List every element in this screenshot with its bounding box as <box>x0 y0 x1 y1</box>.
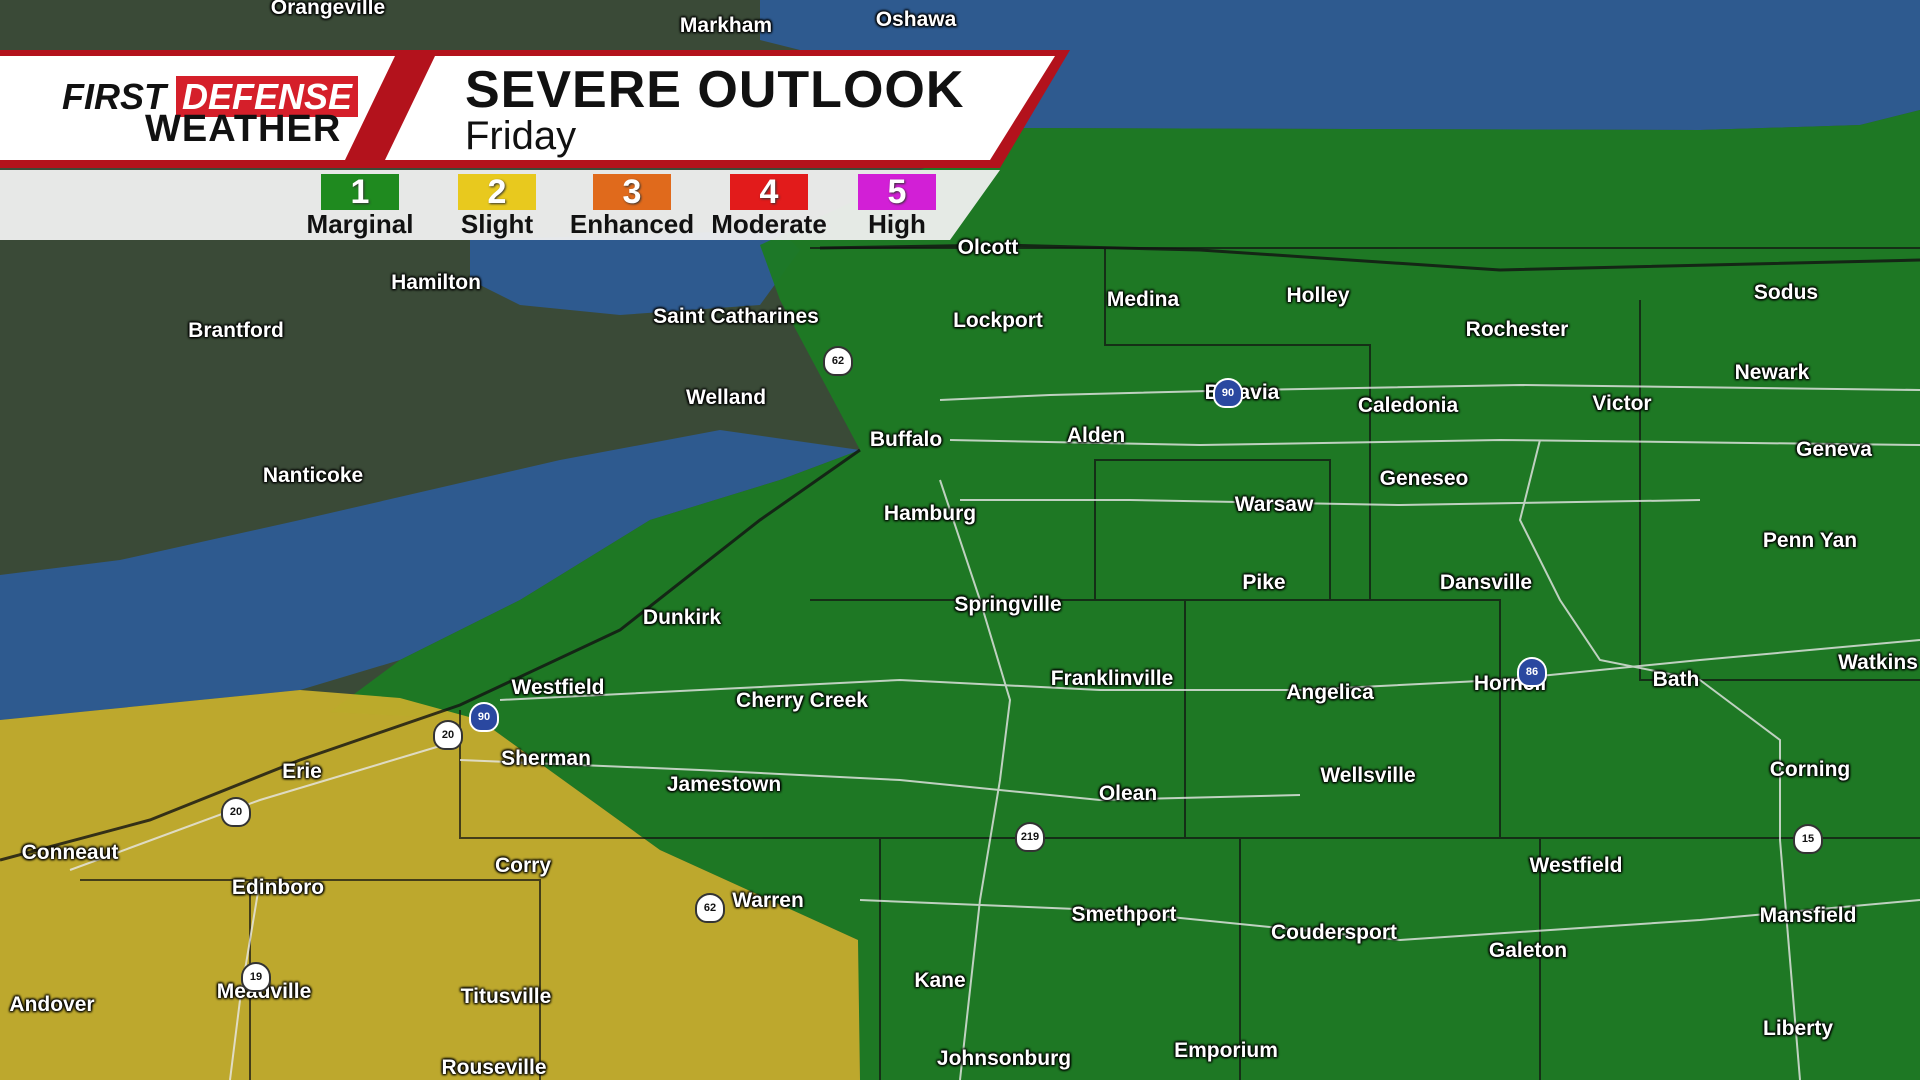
city-label: Dansville <box>1439 571 1533 594</box>
legend-number: 5 <box>858 173 936 211</box>
city-label: Welland <box>685 386 767 409</box>
city-label: Hamburg <box>883 502 977 525</box>
route-shield: 62 <box>695 893 725 923</box>
city-label: Warren <box>732 889 804 912</box>
legend-number: 3 <box>593 173 671 211</box>
city-label: Kane <box>914 969 966 992</box>
city-label: Caledonia <box>1357 394 1459 417</box>
page-title: SEVERE OUTLOOK <box>465 61 965 119</box>
city-label: Buffalo <box>869 428 943 451</box>
legend-label: Slight <box>460 209 534 239</box>
legend-item-high: 5 High <box>832 173 962 239</box>
legend-label: Marginal <box>306 209 414 239</box>
city-label: Conneaut <box>21 841 119 864</box>
city-label: Geneva <box>1796 438 1872 461</box>
city-label: Springville <box>954 593 1062 616</box>
legend-item-moderate: 4 Moderate <box>704 173 834 239</box>
city-label: Andover <box>9 993 95 1016</box>
route-shield: 219 <box>1015 822 1045 852</box>
city-label: Erie <box>282 760 322 783</box>
route-shield: 20 <box>221 797 251 827</box>
lake-ontario-west <box>470 230 800 315</box>
legend-item-slight: 2 Slight <box>432 173 562 239</box>
legend-item-marginal: 1 Marginal <box>295 173 425 239</box>
city-label: Markham <box>679 14 773 37</box>
city-label: Victor <box>1592 392 1652 415</box>
city-label: Mansfield <box>1759 904 1857 927</box>
risk-legend: 1 Marginal 2 Slight 3 Enhanced 4 Moderat… <box>0 170 1000 240</box>
city-label: Johnsonburg <box>936 1047 1072 1070</box>
city-label: Galeton <box>1488 939 1568 962</box>
legend-label: Moderate <box>711 209 827 239</box>
legend-number: 1 <box>321 173 399 211</box>
city-label: Emporium <box>1174 1039 1278 1062</box>
city-label: Holley <box>1286 284 1350 307</box>
city-label: Dunkirk <box>642 606 722 629</box>
city-label: Edinboro <box>231 876 325 899</box>
city-label: Franklinville <box>1050 667 1174 690</box>
city-label: Sodus <box>1753 281 1819 304</box>
city-label: Alden <box>1066 424 1126 447</box>
city-label: Westfield <box>511 676 605 699</box>
legend-number: 2 <box>458 173 536 211</box>
city-label: Corning <box>1769 758 1851 781</box>
city-label: Saint Catharines <box>653 305 819 328</box>
city-label: Olean <box>1098 782 1158 805</box>
route-shield: 15 <box>1793 824 1823 854</box>
city-label: Smethport <box>1071 903 1177 926</box>
title-block: SEVERE OUTLOOK Friday <box>0 50 1070 168</box>
interstate-shield: 90 <box>469 702 499 732</box>
legend-label: High <box>868 209 926 239</box>
city-label: Liberty <box>1762 1017 1834 1040</box>
city-label: Titusville <box>460 985 552 1008</box>
city-label: Geneseo <box>1379 467 1469 490</box>
city-label: Orangeville <box>270 0 386 19</box>
legend-number: 4 <box>730 173 808 211</box>
route-shield: 62 <box>823 346 853 376</box>
city-label: Westfield <box>1529 854 1623 877</box>
city-label: Wellsville <box>1320 764 1416 787</box>
legend-label: Enhanced <box>569 209 695 239</box>
city-label: Oshawa <box>875 8 957 31</box>
city-label: Lockport <box>953 309 1043 332</box>
city-label: Bath <box>1652 668 1700 691</box>
city-label: Brantford <box>188 319 284 342</box>
city-label: Corry <box>494 854 552 877</box>
page-subtitle: Friday <box>465 114 577 158</box>
route-shield: 20 <box>433 720 463 750</box>
city-label: Nanticoke <box>262 464 364 487</box>
city-label: Olcott <box>957 236 1019 259</box>
city-label: Medina <box>1106 288 1180 311</box>
city-label: Coudersport <box>1271 921 1397 944</box>
city-label: Rochester <box>1465 318 1569 341</box>
interstate-shield: 90 <box>1213 378 1243 408</box>
city-label: Angelica <box>1286 681 1374 704</box>
city-label: Hamilton <box>391 271 481 294</box>
city-label: Watkins <box>1838 651 1918 674</box>
city-label: Rouseville <box>441 1056 547 1079</box>
city-label: Newark <box>1734 361 1810 384</box>
city-label: Warsaw <box>1234 493 1314 516</box>
route-shield: 19 <box>241 962 271 992</box>
legend-item-enhanced: 3 Enhanced <box>567 173 697 239</box>
city-label: Penn Yan <box>1762 529 1858 552</box>
city-label: Jamestown <box>666 773 782 796</box>
city-label: Sherman <box>501 747 591 770</box>
interstate-shield: 86 <box>1517 657 1547 687</box>
city-label: Cherry Creek <box>736 689 868 712</box>
city-label: Pike <box>1242 571 1286 594</box>
